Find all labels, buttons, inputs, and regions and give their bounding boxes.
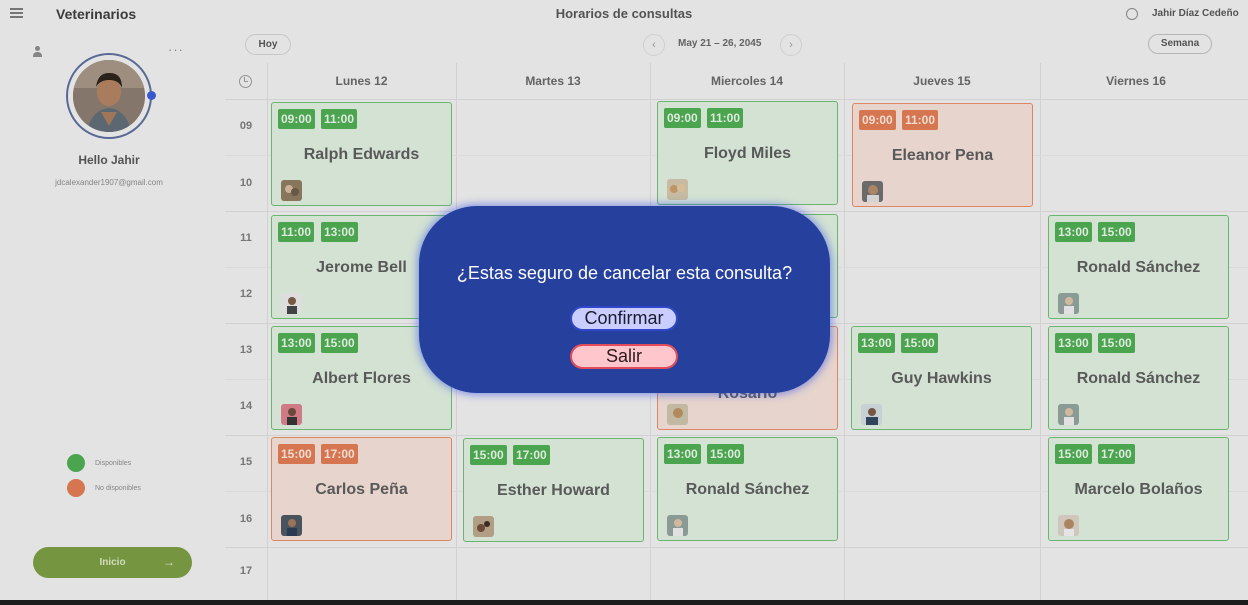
- confirm-button[interactable]: Confirmar: [570, 306, 678, 331]
- bottom-edge: [0, 600, 1248, 605]
- dialog-question: ¿Estas seguro de cancelar esta consulta?: [456, 263, 793, 283]
- exit-button[interactable]: Salir: [570, 344, 678, 369]
- cancel-confirmation-dialog: ¿Estas seguro de cancelar esta consulta?…: [419, 206, 830, 393]
- app-window: Veterinarios Horarios de consultas Jahir…: [0, 0, 1248, 600]
